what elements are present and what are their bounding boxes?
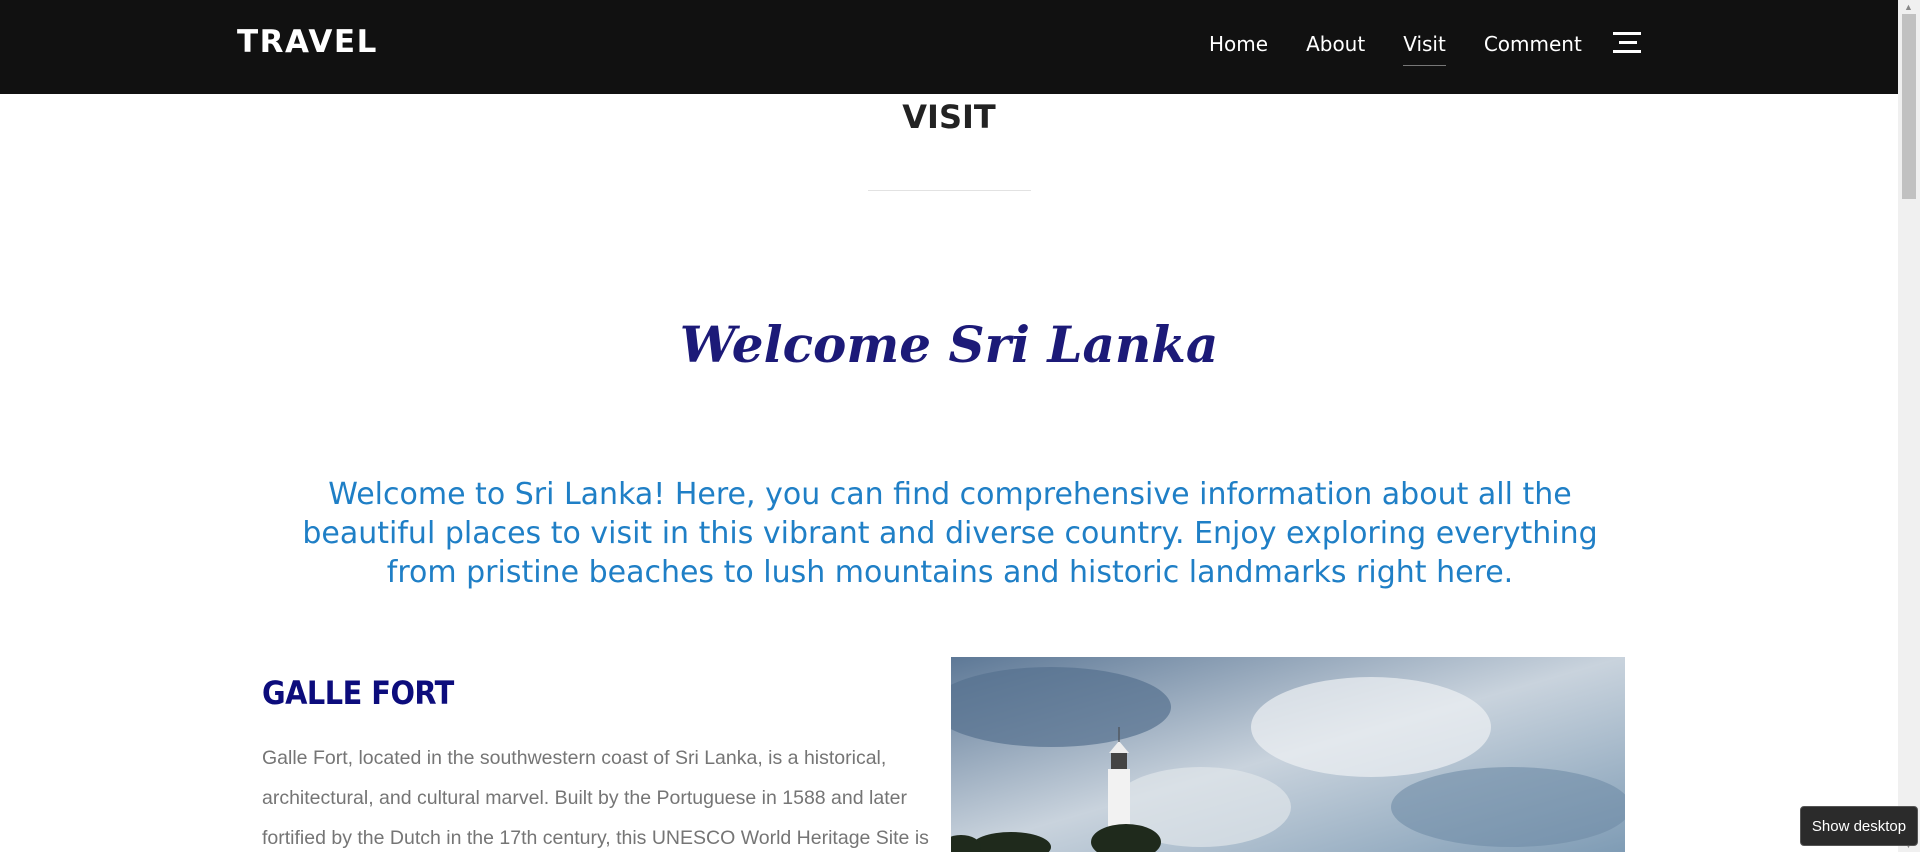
nav-home[interactable]: Home [1209, 32, 1268, 56]
place-description: Galle Fort, located in the southwestern … [262, 747, 929, 849]
welcome-intro: Welcome to Sri Lanka! Here, you can find… [302, 477, 1598, 590]
show-desktop-tooltip: Show desktop [1800, 806, 1918, 846]
nav-comment[interactable]: Comment [1484, 32, 1582, 56]
hamburger-menu-icon[interactable] [1613, 32, 1641, 54]
title-divider [868, 190, 1031, 191]
top-navbar: TRAVEL Home About Visit Comment [0, 0, 1898, 94]
galle-fort-photo [951, 657, 1625, 852]
place-title: GALLE FORT [262, 674, 454, 712]
section-title: VISIT [902, 98, 996, 136]
nav-about[interactable]: About [1306, 32, 1365, 56]
brand-logo[interactable]: TRAVEL [237, 24, 378, 60]
scrollbar-thumb[interactable] [1902, 14, 1916, 199]
vertical-scrollbar[interactable]: ▲ ▼ [1898, 0, 1920, 852]
nav-visit[interactable]: Visit [1403, 32, 1446, 66]
welcome-heading: Welcome Sri Lanka [679, 315, 1219, 374]
scroll-up-icon[interactable]: ▲ [1904, 2, 1913, 12]
nav-menu: Home About Visit Comment [1209, 32, 1582, 66]
